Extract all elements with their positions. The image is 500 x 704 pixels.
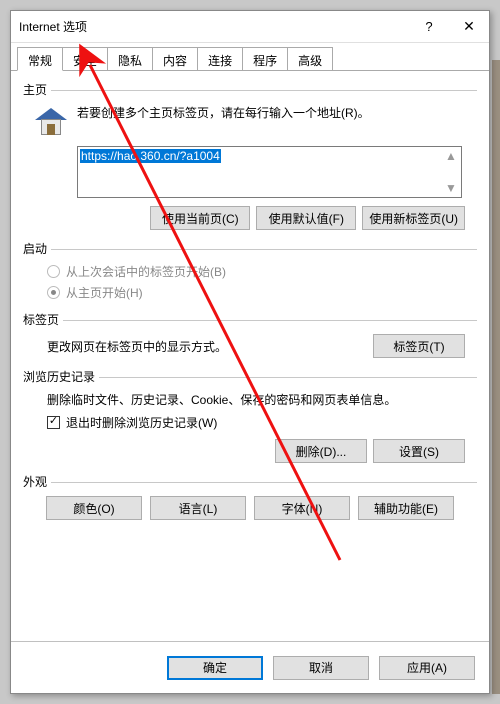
divider [51, 249, 477, 250]
cancel-button[interactable]: 取消 [273, 656, 369, 680]
startup-section: 启动 从上次会话中的标签页开始(B) 从主页开始(H) [23, 240, 477, 301]
tabpages-button[interactable]: 标签页(T) [373, 334, 465, 358]
languages-button[interactable]: 语言(L) [150, 496, 246, 520]
use-current-button[interactable]: 使用当前页(C) [150, 206, 250, 230]
tabpages-section: 标签页 更改网页在标签页中的显示方式。 标签页(T) [23, 311, 477, 358]
homepage-url-value: https://hao.360.cn/?a1004 [80, 149, 221, 163]
divider [63, 320, 477, 321]
apply-button[interactable]: 应用(A) [379, 656, 475, 680]
home-icon [33, 104, 69, 140]
use-default-button[interactable]: 使用默认值(F) [256, 206, 356, 230]
delete-button[interactable]: 删除(D)... [275, 439, 367, 463]
delete-on-exit-checkbox[interactable]: 退出时删除浏览历史记录(W) [47, 414, 477, 431]
textarea-scrollbar[interactable]: ▲ ▼ [445, 149, 459, 195]
history-settings-button[interactable]: 设置(S) [373, 439, 465, 463]
homepage-title: 主页 [23, 81, 47, 98]
tab-connections[interactable]: 连接 [197, 47, 243, 70]
scroll-down-icon: ▼ [445, 181, 459, 195]
tab-programs[interactable]: 程序 [242, 47, 288, 70]
startup-title: 启动 [23, 240, 47, 257]
history-text: 删除临时文件、历史记录、Cookie、保存的密码和网页表单信息。 [47, 391, 477, 408]
accessibility-button[interactable]: 辅助功能(E) [358, 496, 454, 520]
tabpages-title: 标签页 [23, 311, 59, 328]
help-button[interactable]: ? [409, 11, 449, 43]
tab-general[interactable]: 常规 [17, 47, 63, 71]
history-section: 浏览历史记录 删除临时文件、历史记录、Cookie、保存的密码和网页表单信息。 … [23, 368, 477, 463]
tab-strip: 常规 安全 隐私 内容 连接 程序 高级 [11, 43, 489, 71]
radio-icon [47, 286, 60, 299]
history-title: 浏览历史记录 [23, 368, 95, 385]
ok-button[interactable]: 确定 [167, 656, 263, 680]
homepage-instruction: 若要创建多个主页标签页，请在每行输入一个地址(R)。 [77, 104, 477, 121]
close-button[interactable]: ✕ [449, 11, 489, 43]
fonts-button[interactable]: 字体(N) [254, 496, 350, 520]
delete-on-exit-label: 退出时删除浏览历史记录(W) [66, 414, 217, 431]
checkbox-icon [47, 416, 60, 429]
tab-security[interactable]: 安全 [62, 47, 108, 70]
radio-icon [47, 265, 60, 278]
homepage-section: 主页 若要创建多个主页标签页，请在每行输入一个地址(R)。 https://ha… [23, 81, 477, 230]
use-newtab-button[interactable]: 使用新标签页(U) [362, 206, 465, 230]
divider [51, 90, 477, 91]
internet-options-dialog: Internet 选项 ? ✕ 常规 安全 隐私 内容 连接 程序 高级 主页 [10, 10, 490, 694]
titlebar: Internet 选项 ? ✕ [11, 11, 489, 43]
tab-advanced[interactable]: 高级 [287, 47, 333, 70]
colors-button[interactable]: 颜色(O) [46, 496, 142, 520]
tab-content[interactable]: 内容 [152, 47, 198, 70]
scroll-up-icon: ▲ [445, 149, 459, 163]
radio-last-session-label: 从上次会话中的标签页开始(B) [66, 263, 226, 280]
appearance-title: 外观 [23, 473, 47, 490]
divider [99, 377, 477, 378]
tab-privacy[interactable]: 隐私 [107, 47, 153, 70]
radio-last-session: 从上次会话中的标签页开始(B) [47, 263, 477, 280]
appearance-section: 外观 颜色(O) 语言(L) 字体(N) 辅助功能(E) [23, 473, 477, 520]
radio-homepage: 从主页开始(H) [47, 284, 477, 301]
window-title: Internet 选项 [19, 18, 409, 35]
tabpages-text: 更改网页在标签页中的显示方式。 [47, 338, 227, 355]
dialog-body: 主页 若要创建多个主页标签页，请在每行输入一个地址(R)。 https://ha… [11, 71, 489, 641]
divider [51, 482, 477, 483]
radio-homepage-label: 从主页开始(H) [66, 284, 143, 301]
homepage-url-textarea[interactable]: https://hao.360.cn/?a1004 ▲ ▼ [77, 146, 462, 198]
dialog-footer: 确定 取消 应用(A) [11, 641, 489, 693]
background-context [492, 60, 500, 694]
